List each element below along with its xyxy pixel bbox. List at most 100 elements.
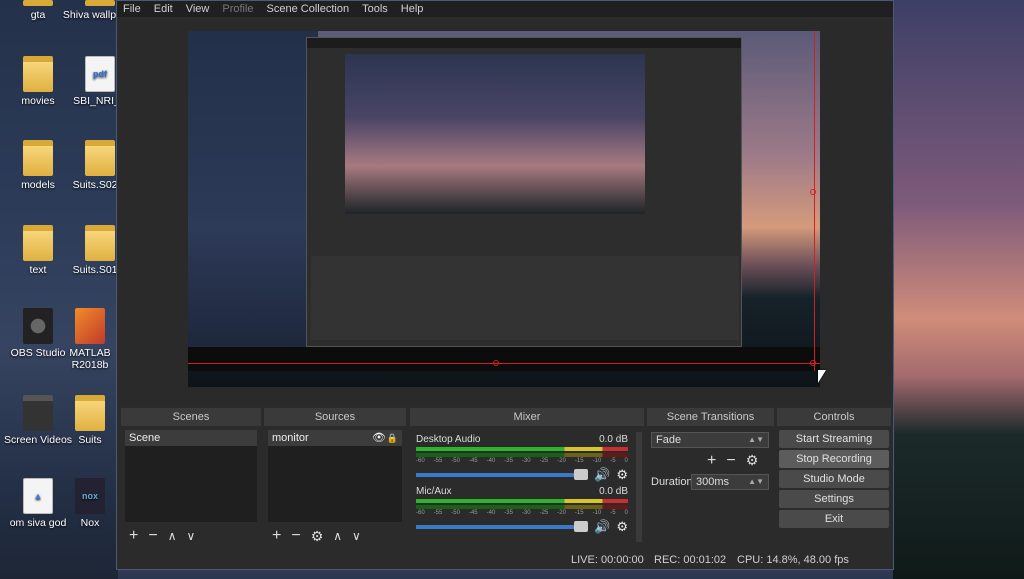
speaker-icon[interactable]: 🔊: [594, 519, 610, 535]
source-name: monitor: [272, 432, 309, 444]
sources-list: monitor 👁 🔒: [268, 430, 402, 522]
settings-button[interactable]: Settings: [779, 490, 889, 508]
menu-file[interactable]: File: [123, 3, 141, 15]
selection-border-bottom: [188, 363, 820, 364]
folder-icon: [23, 395, 53, 431]
desktop-icon-label: MATLAB R2018b: [69, 347, 111, 371]
folder-icon: [85, 0, 115, 6]
move-source-up-button[interactable]: ∧: [333, 529, 342, 543]
add-transition-button[interactable]: +: [707, 452, 716, 470]
menu-edit[interactable]: Edit: [154, 3, 173, 15]
captured-taskbar: [188, 347, 820, 371]
preview-canvas[interactable]: [188, 31, 820, 387]
recursive-obs-capture: [306, 37, 742, 347]
scene-item[interactable]: Scene: [125, 430, 257, 446]
mixer-scrollbar[interactable]: [636, 432, 642, 542]
volume-knob[interactable]: [574, 469, 589, 480]
remove-source-button[interactable]: −: [291, 527, 300, 545]
menu-view[interactable]: View: [186, 3, 210, 15]
transition-toolbar: + − ⚙: [707, 452, 758, 470]
audio-meter: [416, 499, 628, 503]
nox-icon: nox: [75, 478, 105, 514]
live-status: LIVE: 00:00:00: [571, 554, 644, 566]
sources-toolbar: + − ⚙ ∧ ∨: [272, 527, 361, 545]
image-file-icon: ▲: [23, 478, 53, 514]
stop-recording-button[interactable]: Stop Recording: [779, 450, 889, 468]
desktop-icon-label: om siva god: [9, 517, 67, 529]
mini-menubar: [307, 38, 741, 48]
channel-level: 0.0 dB: [599, 486, 628, 497]
mixer-dock: Mixer Desktop Audio 0.0 dB -60 -55 -50 -45-…: [410, 408, 644, 551]
volume-slider[interactable]: [416, 521, 589, 532]
start-streaming-button[interactable]: Start Streaming: [779, 430, 889, 448]
scenes-toolbar: + − ∧ ∨: [129, 527, 195, 545]
source-item[interactable]: monitor 👁 🔒: [268, 430, 402, 446]
meter-ticks: -60 -55 -50 -45 -40 -35 -30 -25 -20 -15 -10 -5 0: [416, 458, 628, 464]
folder-icon: [85, 225, 115, 261]
desktop-icon-nox[interactable]: nox Nox: [62, 478, 118, 529]
desktop-icon-suits[interactable]: Suits: [62, 395, 118, 446]
obs-main-window: File Edit View Profile Scene Collection …: [116, 0, 894, 570]
desktop-icon-matlab[interactable]: MATLAB R2018b: [62, 308, 118, 371]
menu-help[interactable]: Help: [401, 3, 424, 15]
folder-icon: [85, 140, 115, 176]
duration-label: Duration: [651, 476, 693, 488]
studio-mode-button[interactable]: Studio Mode: [779, 470, 889, 488]
folder-icon: [75, 395, 105, 431]
desktop-icon-label: Nox: [80, 517, 100, 529]
channel-name: Desktop Audio: [416, 434, 481, 445]
remove-scene-button[interactable]: −: [148, 527, 157, 545]
gear-icon[interactable]: ⚙: [616, 519, 628, 535]
menu-profile[interactable]: Profile: [222, 3, 253, 15]
transition-select[interactable]: Fade ▲▼: [651, 432, 769, 448]
lock-icon[interactable]: 🔒: [387, 430, 398, 446]
move-scene-up-button[interactable]: ∧: [168, 529, 177, 543]
scenes-list: Scene: [125, 430, 257, 522]
source-properties-gear-icon[interactable]: ⚙: [311, 528, 324, 545]
mixer-dock-title: Mixer: [410, 408, 644, 426]
mixer-channel-desktop-audio: Desktop Audio 0.0 dB -60 -55 -50 -45 -40 -35-…: [416, 434, 628, 483]
resize-handle-right[interactable]: [810, 189, 816, 195]
menu-tools[interactable]: Tools: [362, 3, 388, 15]
scene-transitions-title: Scene Transitions: [647, 408, 774, 426]
channel-level: 0.0 dB: [599, 434, 628, 445]
remove-transition-button[interactable]: −: [726, 452, 735, 470]
desktop-icon-label: text: [29, 264, 47, 276]
mini-preview: [345, 54, 645, 214]
controls-dock: Controls Start Streaming Stop Recording …: [777, 408, 891, 551]
channel-name: Mic/Aux: [416, 486, 452, 497]
duration-value: 300ms: [696, 476, 730, 488]
mixer-channel-mic-aux: Mic/Aux 0.0 dB -60 -55 -50 -45 -40 -35 -30 -25-…: [416, 486, 628, 535]
folder-icon: [23, 56, 53, 92]
gear-icon[interactable]: ⚙: [616, 467, 628, 483]
meter-ticks: -60 -55 -50 -45 -40 -35 -30 -25 -20 -15 -10 -5 0: [416, 510, 628, 516]
resize-handle-bottom[interactable]: [493, 360, 499, 366]
obs-studio-icon: [23, 308, 53, 344]
desktop-icon-label: Suits: [78, 434, 102, 446]
eye-visibility-icon[interactable]: 👁: [372, 430, 386, 446]
desktop-icon-label: models: [21, 179, 55, 191]
folder-icon: [23, 225, 53, 261]
duration-spinbox[interactable]: 300ms ▲▼: [691, 474, 769, 490]
folder-icon: [23, 0, 53, 6]
audio-meter: [416, 453, 628, 457]
resize-handle-corner[interactable]: [810, 360, 816, 366]
pdf-file-icon: pdf: [85, 56, 115, 92]
add-source-button[interactable]: +: [272, 527, 281, 545]
desktop-icon-label: OBS Studio: [10, 347, 66, 359]
folder-icon: [23, 140, 53, 176]
menu-scene-collection[interactable]: Scene Collection: [267, 3, 350, 15]
sources-dock-title: Sources: [264, 408, 406, 426]
move-source-down-button[interactable]: ∨: [352, 529, 361, 543]
scenes-dock-title: Scenes: [121, 408, 261, 426]
volume-slider[interactable]: [416, 469, 589, 480]
captured-desktop-icons: [188, 31, 318, 361]
add-scene-button[interactable]: +: [129, 527, 138, 545]
rec-status: REC: 00:01:02: [654, 554, 727, 566]
move-scene-down-button[interactable]: ∨: [186, 529, 195, 543]
speaker-icon[interactable]: 🔊: [594, 467, 610, 483]
transition-gear-icon[interactable]: ⚙: [746, 452, 759, 470]
volume-knob[interactable]: [574, 521, 589, 532]
exit-button[interactable]: Exit: [779, 510, 889, 528]
chevron-updown-icon: ▲▼: [748, 477, 764, 486]
